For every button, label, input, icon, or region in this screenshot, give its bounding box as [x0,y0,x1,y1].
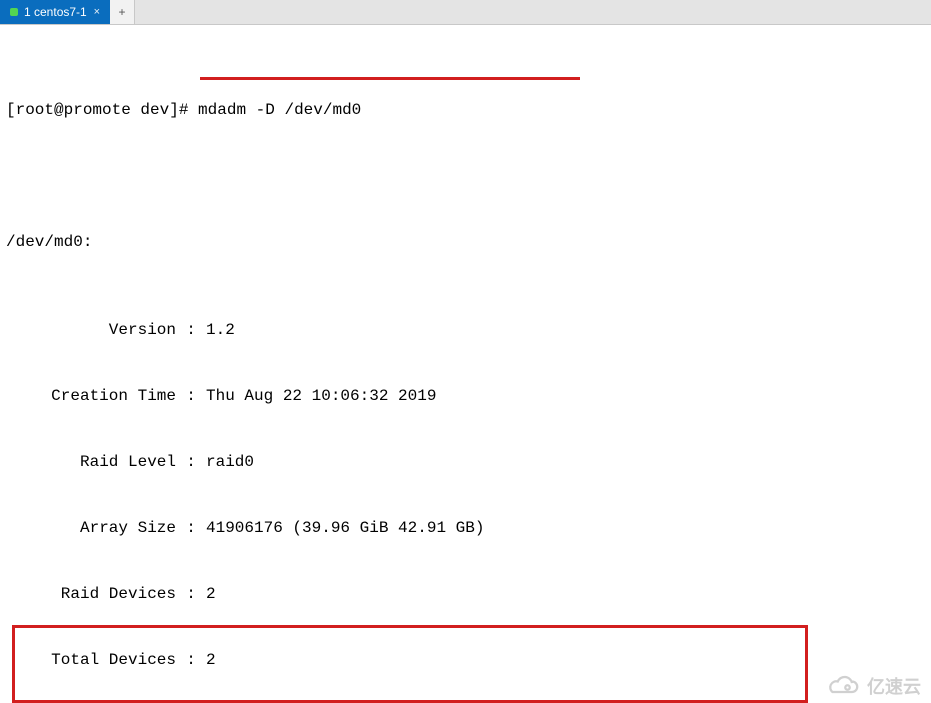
field-version: Version : 1.2 [6,319,925,341]
tab-bar: 1 centos7-1 × + [0,0,931,25]
command-text: mdadm -D /dev/md0 [198,101,361,119]
terminal-output[interactable]: [root@promote dev]# mdadm -D /dev/md0 /d… [0,25,931,703]
plus-icon: + [118,5,125,19]
field-raid-devices: Raid Devices : 2 [6,583,925,605]
new-tab-button[interactable]: + [110,0,135,24]
device-line: /dev/md0: [6,231,925,253]
field-creation-time: Creation Time : Thu Aug 22 10:06:32 2019 [6,385,925,407]
prompt-line: [root@promote dev]# mdadm -D /dev/md0 [6,99,925,121]
prompt-user-host: [root@promote dev]# [6,101,188,119]
status-dot-icon [10,8,18,16]
close-icon[interactable]: × [94,6,100,18]
field-raid-level: Raid Level : raid0 [6,451,925,473]
field-total-devices: Total Devices : 2 [6,649,925,671]
field-array-size: Array Size : 41906176 (39.96 GiB 42.91 G… [6,517,925,539]
command-highlight [200,77,580,80]
tab-centos7-1[interactable]: 1 centos7-1 × [0,0,110,24]
tab-label: 1 centos7-1 [24,5,87,19]
